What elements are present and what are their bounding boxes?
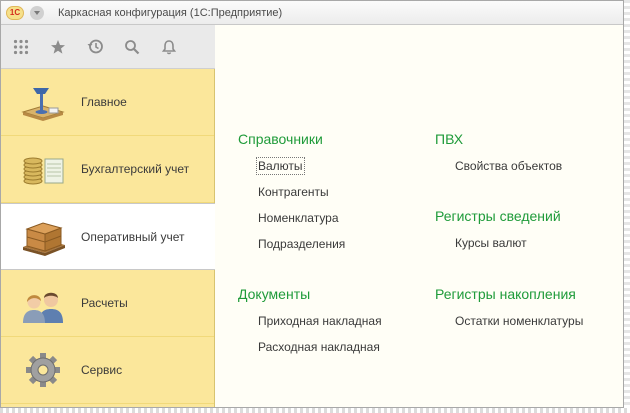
- section-content: Справочники Валюты Контрагенты Номенклат…: [216, 25, 623, 407]
- catalogs-group: Справочники Валюты Контрагенты Номенклат…: [238, 129, 345, 257]
- gear-icon: [17, 348, 69, 392]
- section-main[interactable]: Главное: [1, 69, 214, 136]
- star-icon[interactable]: [48, 37, 68, 57]
- coins-icon: [17, 147, 69, 191]
- section-service[interactable]: Сервис: [1, 337, 214, 404]
- accum-register-link[interactable]: Остатки номенклатуры: [435, 308, 583, 334]
- desk-lamp-icon: [17, 80, 69, 124]
- torn-edge-right: [624, 0, 630, 413]
- group-title: Регистры сведений: [435, 208, 561, 224]
- group-title: Документы: [238, 286, 311, 302]
- app-window: 1С Каркасная конфигурация (1С:Предприяти…: [0, 0, 624, 408]
- torn-edge-bottom: [0, 408, 630, 413]
- catalog-link[interactable]: Подразделения: [238, 231, 345, 257]
- accum-registers-group: Регистры накопления Остатки номенклатуры: [435, 284, 583, 334]
- section-label: Сервис: [81, 363, 123, 377]
- title-bar: 1С Каркасная конфигурация (1С:Предприяти…: [1, 1, 623, 25]
- section-label: Главное: [81, 95, 127, 109]
- bell-icon[interactable]: [159, 37, 179, 57]
- history-icon[interactable]: [85, 37, 105, 57]
- group-title: ПВХ: [435, 131, 464, 147]
- pvh-group: ПВХ Свойства объектов: [435, 129, 562, 179]
- search-icon[interactable]: [122, 37, 142, 57]
- catalog-link[interactable]: Номенклатура: [238, 205, 345, 231]
- group-title: Регистры накопления: [435, 286, 576, 302]
- section-label: Расчеты: [81, 296, 128, 310]
- section-label: Бухгалтерский учет: [81, 162, 190, 176]
- window-title: Каркасная конфигурация (1С:Предприятие): [58, 6, 283, 19]
- group-title: Справочники: [238, 131, 323, 147]
- catalog-link[interactable]: Контрагенты: [238, 179, 345, 205]
- pvh-link[interactable]: Свойства объектов: [435, 153, 562, 179]
- apps-grid-icon[interactable]: [11, 37, 31, 57]
- section-payments[interactable]: Расчеты: [1, 270, 214, 337]
- section-accounting[interactable]: Бухгалтерский учет: [1, 136, 214, 203]
- app-logo-icon[interactable]: 1С: [6, 5, 24, 20]
- document-link[interactable]: Расходная накладная: [238, 334, 382, 360]
- section-label: Оперативный учет: [81, 229, 185, 244]
- toolbar: [1, 25, 215, 69]
- sections-panel: Главное Бухгалтерский учет Оперативный у…: [1, 69, 215, 407]
- catalog-link[interactable]: Валюты: [238, 153, 345, 179]
- main-menu-button[interactable]: [30, 5, 44, 20]
- section-operational[interactable]: Оперативный учет: [1, 203, 215, 270]
- info-register-link[interactable]: Курсы валют: [435, 230, 561, 256]
- people-icon: [17, 281, 69, 325]
- info-registers-group: Регистры сведений Курсы валют: [435, 206, 561, 256]
- pallet-boxes-icon: [17, 215, 69, 259]
- document-link[interactable]: Приходная накладная: [238, 308, 382, 334]
- documents-group: Документы Приходная накладная Расходная …: [238, 284, 382, 360]
